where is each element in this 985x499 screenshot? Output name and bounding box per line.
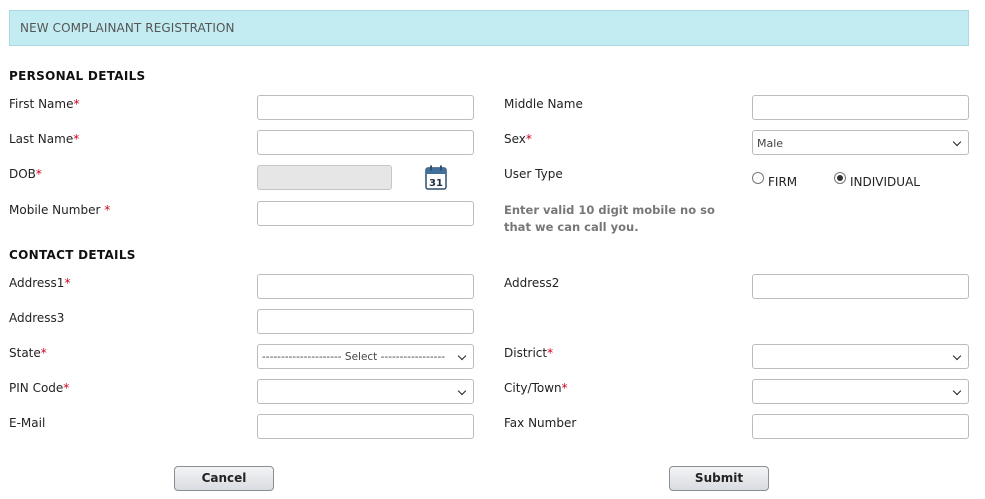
city-town-select[interactable] [752,379,969,404]
calendar-day-text: 31 [429,178,443,189]
dob-label: DOB* [9,167,42,181]
user-type-firm-radio[interactable] [752,172,764,184]
calendar-icon[interactable]: 31 [425,165,447,190]
personal-details-heading: PERSONAL DETAILS [9,69,146,83]
district-select[interactable] [752,344,969,369]
address2-label: Address2 [504,276,560,290]
form-header: NEW COMPLAINANT REGISTRATION [9,10,969,46]
state-label: State* [9,346,47,360]
user-type-firm-label: FIRM [768,175,798,189]
mobile-hint-text: Enter valid 10 digit mobile no so that w… [504,203,715,234]
address3-input[interactable] [257,309,474,334]
sex-select[interactable]: Male [752,130,969,155]
last-name-input[interactable] [257,130,474,155]
address1-label: Address1* [9,276,71,290]
mobile-number-input[interactable] [257,201,474,226]
email-label: E-Mail [9,416,46,430]
chevron-down-icon [952,351,962,361]
submit-button[interactable]: Submit [669,466,769,491]
pin-code-select[interactable] [257,379,474,404]
middle-name-label: Middle Name [504,97,583,111]
chevron-down-icon [457,386,467,396]
sex-select-value: Male [757,137,784,150]
user-type-individual-radio[interactable] [834,172,846,184]
dob-input[interactable] [257,165,392,190]
pin-code-label: PIN Code* [9,381,70,395]
user-type-individual-label: INDIVIDUAL [850,175,920,189]
fax-number-label: Fax Number [504,416,577,430]
middle-name-input[interactable] [752,95,969,120]
contact-details-heading: CONTACT DETAILS [9,248,136,262]
chevron-down-icon [952,137,962,147]
first-name-label: First Name* [9,97,80,111]
first-name-input[interactable] [257,95,474,120]
mobile-number-label: Mobile Number * [9,203,111,217]
address1-input[interactable] [257,274,474,299]
chevron-down-icon [457,351,467,361]
sex-label: Sex* [504,132,532,146]
chevron-down-icon [952,386,962,396]
address2-input[interactable] [752,274,969,299]
last-name-label: Last Name* [9,132,80,146]
email-input[interactable] [257,414,474,439]
state-select[interactable]: --------------------- Select -----------… [257,344,474,369]
cancel-button[interactable]: Cancel [174,466,274,491]
user-type-label: User Type [504,167,563,181]
city-town-label: City/Town* [504,381,568,395]
state-select-value: --------------------- Select -----------… [262,351,446,363]
form-title: NEW COMPLAINANT REGISTRATION [20,21,235,35]
address3-label: Address3 [9,311,65,325]
fax-number-input[interactable] [752,414,969,439]
district-label: District* [504,346,554,360]
